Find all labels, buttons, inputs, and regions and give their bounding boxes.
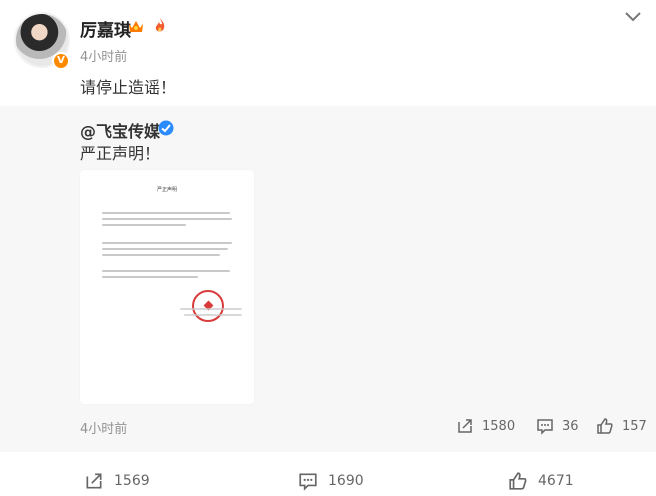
share-count: 1569 bbox=[114, 473, 150, 489]
post-timestamp: 4小时前 bbox=[80, 50, 128, 65]
post-header: V 厉嘉琪 4小时前 请停止造谣！ bbox=[0, 0, 656, 106]
repost-timestamp: 4小时前 bbox=[80, 422, 128, 437]
comment-icon bbox=[537, 419, 553, 435]
comment-icon bbox=[299, 473, 317, 491]
post-action-bar: 1569 1690 4671 bbox=[0, 452, 656, 496]
crown-icon bbox=[129, 21, 143, 32]
chevron-down-icon[interactable] bbox=[624, 10, 642, 24]
repost-comment-count: 36 bbox=[562, 418, 579, 434]
share-button[interactable]: 1569 bbox=[84, 470, 150, 492]
repost-text: 严正声明！ bbox=[80, 144, 161, 163]
thumbs-up-icon bbox=[597, 418, 613, 434]
thumbs-up-icon bbox=[509, 472, 527, 490]
red-seal-stamp bbox=[192, 290, 224, 322]
repost-share-count: 1580 bbox=[482, 418, 516, 434]
comment-button[interactable]: 1690 bbox=[298, 470, 364, 492]
repost-author[interactable]: @飞宝传媒 bbox=[80, 118, 160, 142]
document-title: 严正声明 bbox=[156, 187, 177, 193]
doc-text-line bbox=[102, 254, 220, 256]
flame-icon bbox=[155, 18, 165, 32]
repost-like-button[interactable]: 157 bbox=[596, 416, 647, 436]
doc-text-line bbox=[102, 276, 198, 278]
doc-text-line bbox=[102, 270, 230, 272]
share-icon bbox=[458, 419, 472, 433]
comment-count: 1690 bbox=[328, 473, 364, 489]
doc-text-line bbox=[102, 248, 228, 250]
doc-text-line bbox=[180, 308, 242, 310]
document-image[interactable]: 严正声明 bbox=[80, 170, 254, 404]
doc-text-line bbox=[102, 212, 230, 214]
like-button[interactable]: 4671 bbox=[508, 470, 574, 492]
like-count: 4671 bbox=[538, 473, 574, 489]
doc-text-line bbox=[102, 242, 232, 244]
post-text: 请停止造谣！ bbox=[80, 78, 177, 97]
share-icon bbox=[86, 473, 102, 489]
doc-text-line bbox=[184, 314, 242, 316]
repost-comment-button[interactable]: 36 bbox=[536, 416, 579, 436]
repost-share-button[interactable]: 1580 bbox=[456, 416, 515, 436]
verified-badge-icon: V bbox=[52, 52, 70, 70]
repost-box: @飞宝传媒 严正声明！ 严正声明 4小时前 1580 36 157 bbox=[0, 106, 656, 452]
verified-icon bbox=[158, 120, 174, 136]
repost-like-count: 157 bbox=[622, 418, 647, 434]
doc-text-line bbox=[102, 218, 232, 220]
post-username[interactable]: 厉嘉琪 bbox=[80, 16, 131, 41]
doc-text-line bbox=[102, 224, 186, 226]
